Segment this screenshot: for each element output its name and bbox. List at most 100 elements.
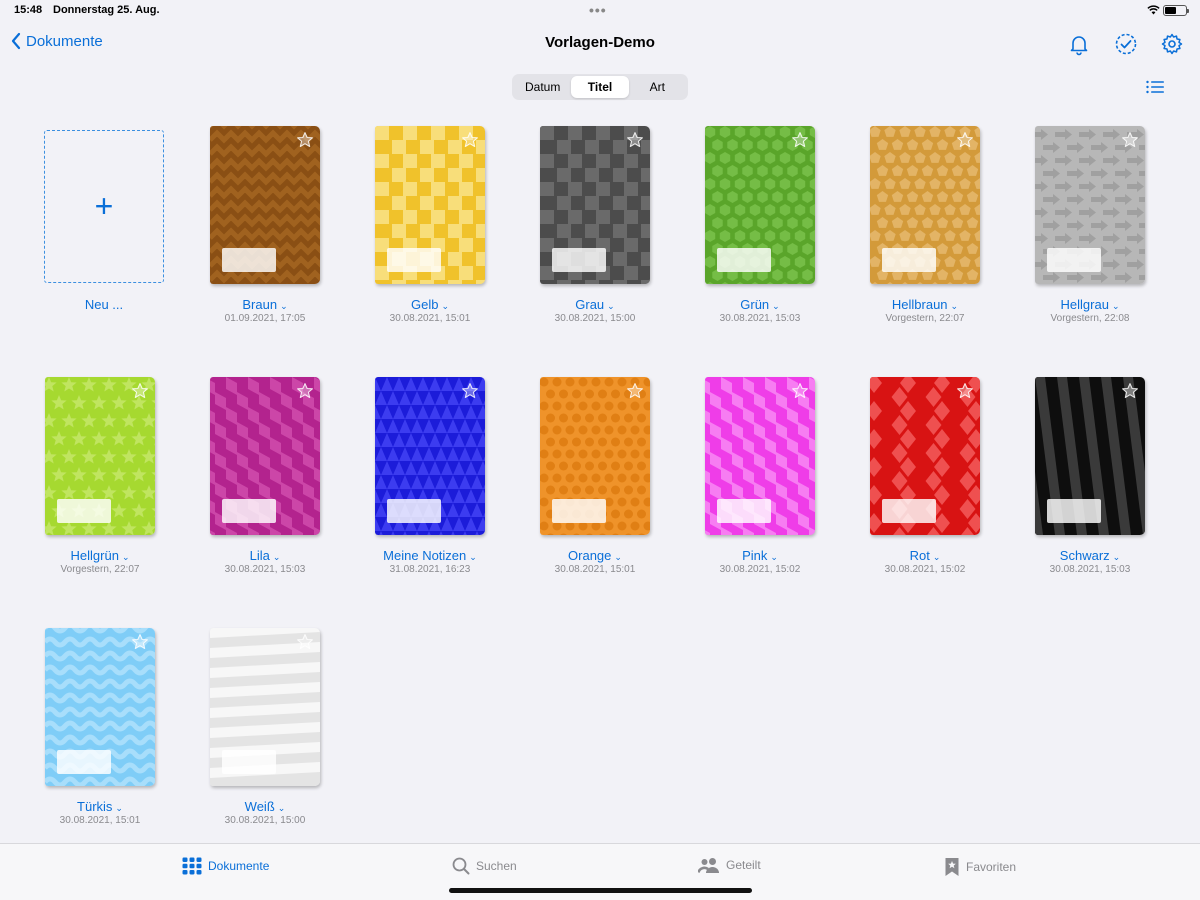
- cover-label: [57, 750, 111, 774]
- notebook-cover[interactable]: [375, 377, 485, 535]
- star-icon[interactable]: [791, 382, 809, 400]
- document-title[interactable]: Schwarz ⌄: [1015, 548, 1165, 563]
- notebook-cover[interactable]: [1035, 377, 1145, 535]
- plus-icon: +: [94, 188, 114, 224]
- document-date: 30.08.2021, 15:02: [719, 564, 801, 575]
- tab-search[interactable]: Suchen: [452, 857, 517, 875]
- notebook-cover[interactable]: [705, 377, 815, 535]
- new-document-button[interactable]: +: [44, 130, 164, 283]
- star-icon[interactable]: [1121, 131, 1139, 149]
- star-icon[interactable]: [296, 131, 314, 149]
- tab-search-label: Suchen: [476, 859, 517, 873]
- document-title-text: Schwarz: [1059, 548, 1110, 563]
- document-title-text: Rot: [909, 548, 930, 563]
- star-icon[interactable]: [131, 633, 149, 651]
- cover-label: [717, 248, 771, 272]
- notebook-cover[interactable]: [870, 126, 980, 284]
- document-title[interactable]: Türkis ⌄: [25, 799, 175, 814]
- chevron-down-icon: ⌄: [607, 301, 615, 311]
- cover-label: [57, 499, 111, 523]
- chevron-down-icon: ⌄: [770, 552, 778, 562]
- notebook-cover[interactable]: [540, 126, 650, 284]
- chevron-down-icon: ⌄: [469, 552, 477, 562]
- star-icon[interactable]: [461, 131, 479, 149]
- document-title-text: Grau: [575, 297, 605, 312]
- document-title-text: Meine Notizen: [383, 548, 467, 563]
- document-title-text: Hellgrün: [70, 548, 119, 563]
- document-title-text: Türkis: [77, 799, 113, 814]
- notebook-cover[interactable]: [45, 628, 155, 786]
- document-title[interactable]: Braun ⌄: [190, 297, 340, 312]
- star-icon[interactable]: [956, 131, 974, 149]
- chevron-down-icon: ⌄: [280, 301, 288, 311]
- notebook-cover[interactable]: [1035, 126, 1145, 284]
- new-document-label[interactable]: Neu ...: [29, 297, 179, 312]
- chevron-down-icon: ⌄: [272, 552, 281, 562]
- cover-label: [717, 499, 771, 523]
- notebook-cover[interactable]: [210, 377, 320, 535]
- document-grid: + Neu ... Braun ⌄ 01.09.2021, 17:05 Gelb ⌄ 30…: [0, 0, 1200, 840]
- cover-label: [1047, 499, 1101, 523]
- document-title[interactable]: Rot ⌄: [850, 548, 1000, 563]
- tab-shared[interactable]: Geteilt: [698, 857, 761, 873]
- document-title-text: Orange: [568, 548, 612, 563]
- document-title[interactable]: Orange ⌄: [520, 548, 670, 563]
- document-title[interactable]: Weiß ⌄: [190, 799, 340, 814]
- document-title[interactable]: Lila ⌄: [190, 548, 340, 563]
- chevron-down-icon: ⌄: [115, 803, 123, 813]
- document-date: 30.08.2021, 15:01: [59, 815, 141, 826]
- notebook-cover[interactable]: [210, 628, 320, 786]
- document-title[interactable]: Pink ⌄: [685, 548, 835, 563]
- notebook-cover[interactable]: [45, 377, 155, 535]
- notebook-cover[interactable]: [210, 126, 320, 284]
- document-title[interactable]: Hellbraun ⌄: [850, 297, 1000, 312]
- document-title-text: Grün: [740, 297, 770, 312]
- tab-favorites[interactable]: Favoriten: [944, 857, 1016, 877]
- star-icon[interactable]: [461, 382, 479, 400]
- chevron-down-icon: ⌄: [1112, 552, 1121, 562]
- document-date: 31.08.2021, 16:23: [389, 564, 471, 575]
- star-icon[interactable]: [296, 633, 314, 651]
- document-date: 30.08.2021, 15:03: [1049, 564, 1131, 575]
- chevron-down-icon: ⌄: [614, 552, 622, 562]
- star-icon[interactable]: [1121, 382, 1139, 400]
- document-title[interactable]: Grau ⌄: [520, 297, 670, 312]
- grid-icon: [182, 857, 202, 875]
- document-title[interactable]: Hellgrün ⌄: [25, 548, 175, 563]
- tab-favorites-label: Favoriten: [966, 860, 1017, 874]
- document-date: Vorgestern, 22:07: [60, 564, 140, 575]
- chevron-down-icon: ⌄: [1111, 301, 1120, 311]
- document-date: 30.08.2021, 15:00: [224, 815, 306, 826]
- notebook-cover[interactable]: [705, 126, 815, 284]
- document-title[interactable]: Gelb ⌄: [355, 297, 505, 312]
- notebook-cover[interactable]: [870, 377, 980, 535]
- notebook-cover[interactable]: [375, 126, 485, 284]
- star-icon[interactable]: [626, 382, 644, 400]
- star-icon[interactable]: [791, 131, 809, 149]
- cover-label: [222, 499, 276, 523]
- tab-documents[interactable]: Dokumente: [182, 857, 269, 875]
- document-title[interactable]: Hellgrau ⌄: [1015, 297, 1165, 312]
- document-title-text: Weiß: [244, 799, 275, 814]
- home-indicator: [449, 888, 752, 893]
- chevron-down-icon: ⌄: [932, 552, 941, 562]
- tab-documents-label: Dokumente: [208, 859, 270, 873]
- star-icon[interactable]: [626, 131, 644, 149]
- cover-label: [1047, 248, 1101, 272]
- star-icon[interactable]: [956, 382, 974, 400]
- star-icon[interactable]: [131, 382, 149, 400]
- document-date: 30.08.2021, 15:03: [224, 564, 306, 575]
- document-date: 30.08.2021, 15:01: [554, 564, 636, 575]
- document-date: 30.08.2021, 15:02: [884, 564, 966, 575]
- chevron-down-icon: ⌄: [441, 301, 449, 311]
- document-title[interactable]: Meine Notizen ⌄: [355, 548, 505, 563]
- people-icon: [698, 858, 719, 873]
- document-title[interactable]: Grün ⌄: [685, 297, 835, 312]
- notebook-cover[interactable]: [540, 377, 650, 535]
- star-icon[interactable]: [296, 382, 314, 400]
- chevron-down-icon: ⌄: [950, 301, 959, 311]
- cover-label: [882, 499, 936, 523]
- cover-label: [387, 248, 441, 272]
- document-date: 30.08.2021, 15:01: [389, 313, 471, 324]
- cover-label: [387, 499, 441, 523]
